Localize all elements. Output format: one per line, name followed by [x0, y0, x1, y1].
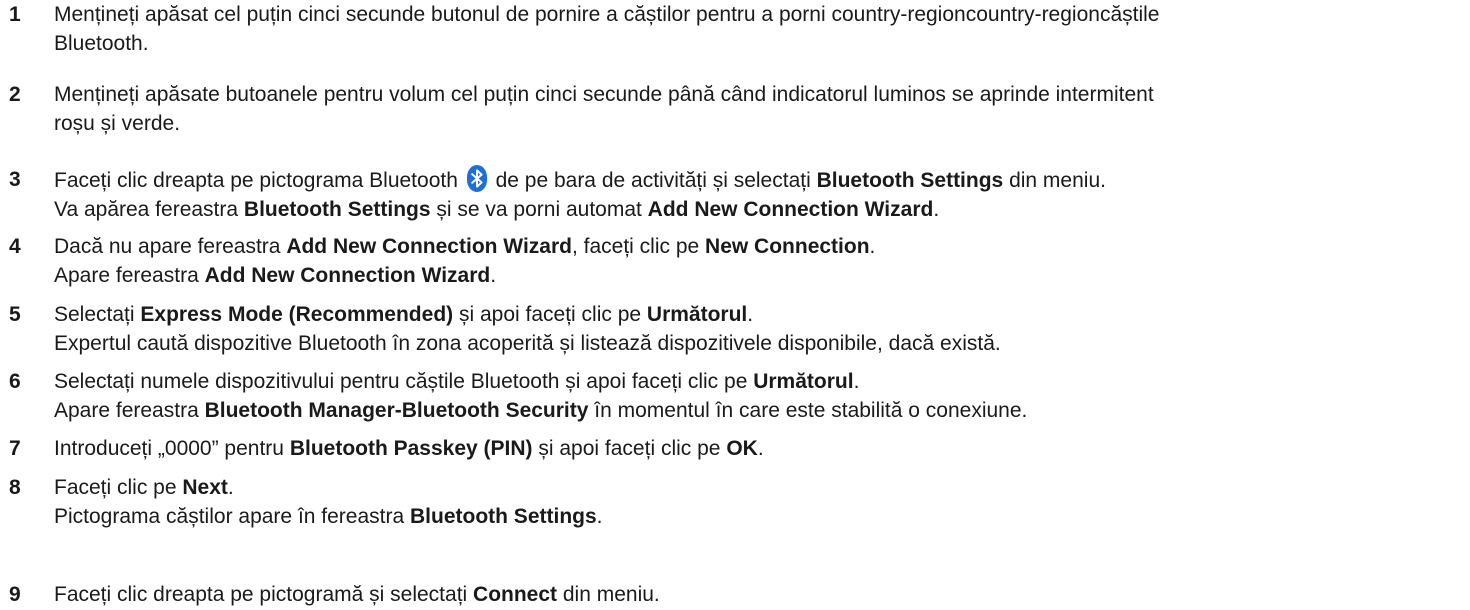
step-text-run: și se va porni automat — [430, 198, 648, 221]
step-number: 4 — [9, 235, 21, 258]
step-line: Apare fereastra Bluetooth Manager-Blueto… — [54, 396, 1466, 425]
step-text-run: Expertul caută dispozitive Bluetooth în … — [54, 332, 1001, 355]
step-line: Faceți clic dreapta pe pictograma Blueto… — [54, 165, 1466, 195]
step-bold-run: Add New Connection Wizard — [647, 198, 934, 221]
step-bold-run: Add New Connection Wizard — [286, 235, 572, 258]
step-text: Mențineți apăsat cel puțin cinci secunde… — [54, 0, 1466, 58]
step-text-run: . — [869, 235, 876, 258]
step-text: Mențineți apăsate butoanele pentru volum… — [54, 80, 1466, 138]
step-line: Va apărea fereastra Bluetooth Settings ș… — [54, 195, 1466, 224]
step-bold-run: Add New Connection Wizard — [204, 264, 491, 287]
step-text-run: Dacă nu apare fereastra — [54, 235, 287, 258]
step-text-run: din meniu. — [557, 583, 660, 606]
step-text-run: și apoi faceți clic pe — [532, 437, 727, 460]
step-text-run: Va apărea fereastra — [54, 198, 244, 221]
step-text: Faceți clic dreapta pe pictograma Blueto… — [54, 165, 1466, 224]
step-bold-run: Next — [182, 476, 228, 499]
step-text-run: Faceți clic pe — [54, 476, 183, 499]
step-line: Expertul caută dispozitive Bluetooth în … — [54, 329, 1466, 358]
step-number: 9 — [9, 583, 21, 606]
step-bold-run: Următorul — [646, 303, 748, 326]
step-text-run: Selectați numele dispozitivului pentru c… — [54, 370, 754, 393]
step-line: roșu și verde. — [54, 109, 1466, 138]
step-text-run: Mențineți apăsat cel puțin cinci secunde… — [54, 3, 1160, 26]
step-text-run: Apare fereastra — [54, 264, 205, 287]
step-line: Mențineți apăsate butoanele pentru volum… — [54, 80, 1466, 109]
step-text-run: Apare fereastra — [54, 399, 205, 422]
step-line: Faceți clic pe Next. — [54, 473, 1466, 502]
step-line: Selectați Express Mode (Recommended) și … — [54, 300, 1466, 329]
step-number: 5 — [9, 303, 21, 326]
step-bold-run: New Connection — [705, 235, 870, 258]
step-line: Faceți clic dreapta pe pictogramă și sel… — [54, 580, 1466, 609]
step-text-run: . — [853, 370, 860, 393]
step-bold-run: Bluetooth Settings — [410, 505, 597, 528]
bluetooth-icon — [466, 165, 487, 192]
step-text-run: în momentul în care este stabilită o con… — [588, 399, 1028, 422]
step-text: Faceți clic pe Next. Pictograma căștilor… — [54, 473, 1466, 531]
step-text-run: Faceți clic dreapta pe pictogramă și sel… — [54, 583, 474, 606]
step-text: Dacă nu apare fereastra Add New Connecti… — [54, 232, 1466, 290]
step-text-run: . — [757, 437, 764, 460]
step-line: Pictograma căștilor apare în fereastra B… — [54, 502, 1466, 531]
step-text-run: , faceți clic pe — [571, 235, 706, 258]
step-bold-run: Express Mode (Recommended) — [140, 303, 454, 326]
step-text-run: Mențineți apăsate butoanele pentru volum… — [54, 83, 1154, 106]
step-text-run: și apoi faceți clic pe — [453, 303, 647, 326]
step-text-run: Pictograma căștilor apare în fereastra — [54, 505, 410, 528]
step-text-run: . — [596, 505, 603, 528]
step-text-run: . — [933, 198, 940, 221]
step-bold-run: Bluetooth Manager-Bluetooth Security — [204, 399, 589, 422]
step-line: Bluetooth. — [54, 29, 1466, 58]
step-text: Introduceți „0000” pentru Bluetooth Pass… — [54, 434, 1466, 463]
step-number: 8 — [9, 476, 21, 499]
step-text-run: Introduceți „0000” pentru — [54, 437, 290, 460]
step-line: Mențineți apăsat cel puțin cinci secunde… — [54, 0, 1466, 29]
step-bold-run: Următorul — [753, 370, 854, 393]
step-text-run: . — [227, 476, 234, 499]
step-bold-run: OK — [726, 437, 758, 460]
step-text: Selectați numele dispozitivului pentru c… — [54, 367, 1466, 425]
step-text-run: roșu și verde. — [54, 112, 181, 135]
step-line: Selectați numele dispozitivului pentru c… — [54, 367, 1466, 396]
step-number: 7 — [9, 437, 21, 460]
step-number: 2 — [9, 83, 21, 106]
step-text-run: Selectați — [54, 303, 141, 326]
step-text: Faceți clic dreapta pe pictogramă și sel… — [54, 580, 1466, 609]
step-bold-run: Bluetooth Passkey (PIN) — [289, 437, 533, 460]
step-text-run: din meniu. — [1003, 169, 1106, 192]
step-text-run: . — [747, 303, 754, 326]
step-number: 6 — [9, 370, 21, 393]
step-text: Selectați Express Mode (Recommended) și … — [54, 300, 1466, 358]
step-bold-run: Bluetooth Settings — [816, 169, 1004, 192]
step-number: 3 — [9, 168, 21, 191]
step-line: Introduceți „0000” pentru Bluetooth Pass… — [54, 434, 1466, 463]
step-line: Dacă nu apare fereastra Add New Connecti… — [54, 232, 1466, 261]
step-text-run: . — [490, 264, 497, 287]
step-text-run: Faceți clic dreapta pe pictograma Blueto… — [54, 169, 464, 192]
step-text-run: Bluetooth. — [54, 32, 149, 55]
step-number: 1 — [9, 3, 21, 26]
step-line: Apare fereastra Add New Connection Wizar… — [54, 261, 1466, 290]
step-bold-run: Bluetooth Settings — [243, 198, 431, 221]
step-text-run: de pe bara de activități și selectați — [489, 169, 817, 192]
step-bold-run: Connect — [473, 583, 558, 606]
